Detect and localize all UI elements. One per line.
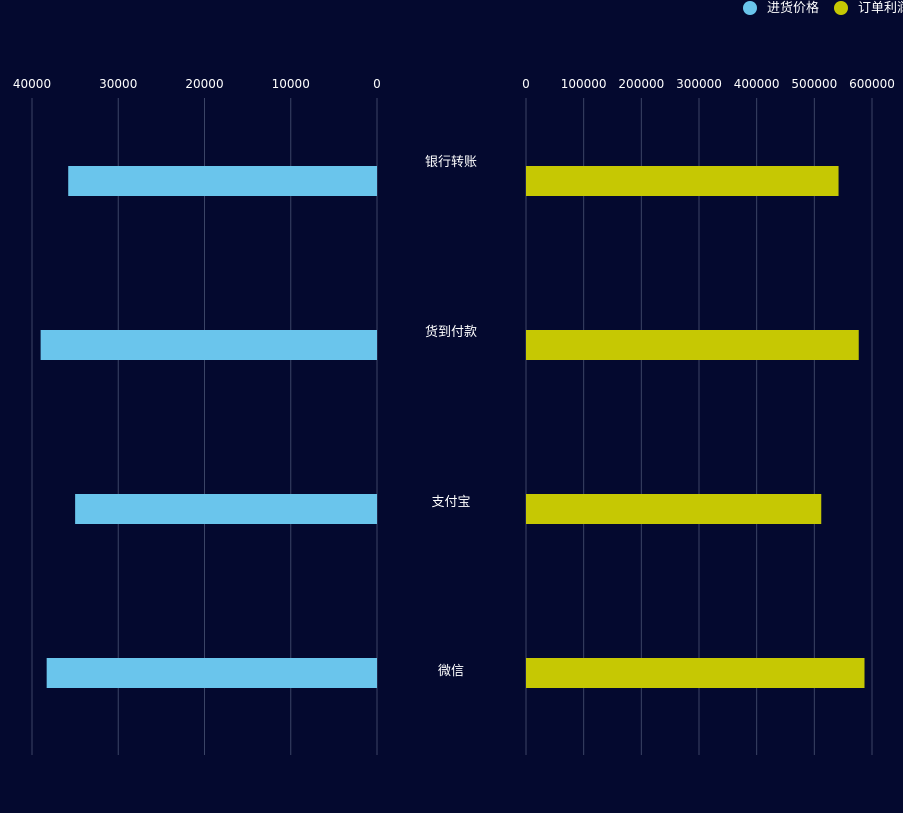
- legend[interactable]: 进货价格 订单利润: [743, 0, 903, 16]
- right-bar[interactable]: [526, 658, 865, 688]
- legend-label-series-1: 订单利润: [858, 1, 903, 16]
- left-axis-tick-label: 40000: [13, 77, 51, 91]
- left-bar[interactable]: [75, 494, 377, 524]
- right-axis-tick-label: 100000: [561, 77, 607, 91]
- left-bar[interactable]: [68, 166, 377, 196]
- right-axis-tick-label: 300000: [676, 77, 722, 91]
- grid-layer: [31, 98, 873, 755]
- category-label: 货到付款: [425, 324, 477, 340]
- left-axis-tick-label: 20000: [185, 77, 223, 91]
- category-label: 支付宝: [431, 495, 470, 510]
- right-axis-tick-label: 500000: [791, 77, 837, 91]
- chart-container: 40000 30000 20000 10000 0 0 100000 200000 300000…: [0, 0, 903, 813]
- legend-marker-series-1: [834, 1, 848, 15]
- right-bar[interactable]: [526, 494, 822, 524]
- right-axis-tick-label: 200000: [618, 77, 664, 91]
- category-label: 银行转账: [425, 155, 477, 170]
- legend-item-series-1[interactable]: 订单利润: [834, 1, 903, 16]
- legend-marker-series-0: [743, 1, 757, 15]
- right-axis-tick-label: 400000: [734, 77, 780, 91]
- right-bar[interactable]: [526, 330, 859, 360]
- right-axis-tick-label: 600000: [849, 77, 895, 91]
- tick-labels: 40000 30000 20000 10000 0 0 100000 200000 300000…: [13, 77, 895, 91]
- bars: [40, 166, 865, 688]
- butterfly-bar-chart: 40000 30000 20000 10000 0 0 100000 200000 300000…: [13, 0, 903, 755]
- right-bar[interactable]: [526, 166, 839, 196]
- left-axis-tick-label: 0: [373, 77, 381, 91]
- left-axis-tick-label: 30000: [99, 77, 137, 91]
- legend-label-series-0: 进货价格: [767, 0, 819, 16]
- left-bar[interactable]: [46, 658, 377, 688]
- category-labels: 银行转账货到付款支付宝微信: [425, 155, 477, 679]
- right-axis-tick-label: 0: [522, 77, 530, 91]
- category-label: 微信: [438, 664, 464, 679]
- left-bar[interactable]: [40, 330, 377, 360]
- legend-item-series-0[interactable]: 进货价格: [743, 0, 819, 16]
- left-axis-tick-label: 10000: [272, 77, 310, 91]
